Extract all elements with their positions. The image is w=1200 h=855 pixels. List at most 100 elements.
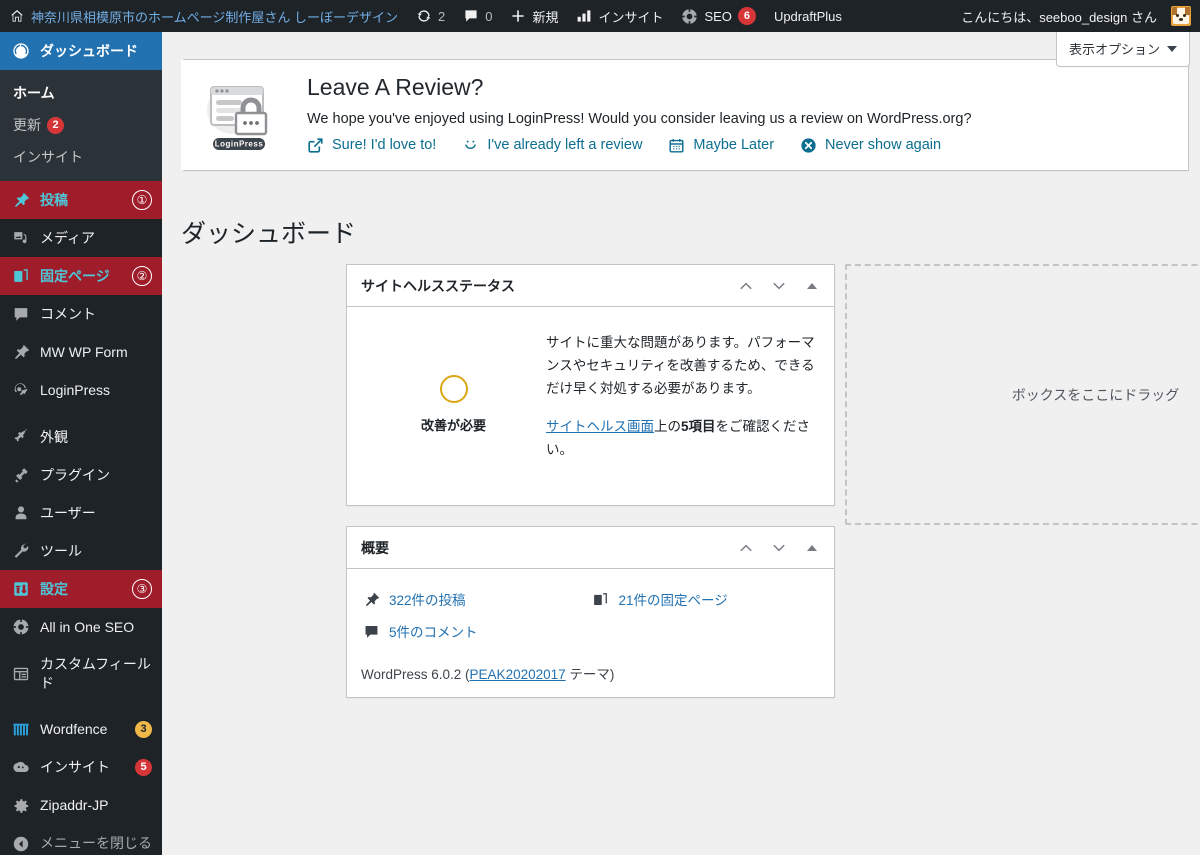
adminbar-seo-badge: 6 [737,7,756,25]
sidebar-item-loginpress[interactable]: LoginPress [0,371,162,409]
aioseo-icon [681,8,698,25]
sidebar-item-tools[interactable]: ツール [0,532,162,570]
appearance-icon [11,427,31,447]
adminbar-my-account[interactable]: こんにちは、seeboo_design さん [952,0,1200,32]
site-health-message: サイトに重大な問題があります。パフォーマンスやセキュリティを改善するため、できる… [546,335,815,397]
svg-text:LoginPress: LoginPress [215,140,264,149]
sidebar-subitem-insight[interactable]: インサイト [0,141,162,173]
notice-action-label: Never show again [825,137,942,154]
move-down-icon[interactable] [769,276,789,296]
sidebar-item-dashboard[interactable]: ダッシュボード [0,32,162,70]
wordfence-badge: 3 [135,721,152,739]
glance-item-posts[interactable]: 322件の投稿 [361,583,591,615]
dashboard-column-left: サイトヘルスステータス 改善が必要 サイトに重大な問題があります。パフォーマンス… [346,264,835,718]
active-theme-link[interactable]: PEAK20202017 [470,667,566,682]
sidebar-item-media[interactable]: メディア [0,219,162,257]
sidebar-collapse-button[interactable]: メニューを閉じる [0,825,162,855]
tools-icon [11,541,31,561]
sidebar-subitem-label: インサイト [13,149,83,165]
adminbar-new-content[interactable]: 新規 [501,0,567,32]
admin-sidebar-menu: ダッシュボード ホーム 更新 2 インサイト 投稿 ① メディア 固定ページ ②… [0,32,162,855]
sidebar-item-label: プラグイン [40,466,110,483]
sidebar-item-wordfence[interactable]: Wordfence 3 [0,711,162,749]
adminbar-site-name[interactable]: 神奈川県相模原市のホームページ制作屋さん しーぼーデザイン [0,0,407,32]
chevron-down-icon [1167,45,1177,52]
sidebar-item-label: インサイト [40,759,110,776]
glance-item-comments[interactable]: 5件のコメント [361,615,591,647]
notice-description: We hope you've enjoyed using LoginPress!… [307,110,972,127]
pages-icon [591,589,611,609]
notice-action-label: I've already left a review [487,137,643,154]
sidebar-item-settings[interactable]: 設定 ③ [0,570,162,608]
widget-drop-zone[interactable]: ボックスをここにドラッグ [845,264,1200,525]
sidebar-item-pages[interactable]: 固定ページ ② [0,257,162,295]
loginpress-icon [11,380,31,400]
move-up-icon[interactable] [736,538,756,558]
sidebar-subitem-home[interactable]: ホーム [0,77,162,109]
adminbar-comments-count: 0 [485,8,493,24]
smiley-icon [462,137,479,154]
site-health-screen-link[interactable]: サイトヘルス画面 [546,419,654,434]
adminbar-comments[interactable]: 0 [454,0,501,32]
adminbar-insight[interactable]: インサイト [567,0,672,32]
adminbar-updates-count: 2 [437,8,446,24]
notice-action-never-show[interactable]: Never show again [800,137,941,154]
sidebar-item-users[interactable]: ユーザー [0,494,162,532]
notice-action-review-now[interactable]: Sure! I'd love to! [307,137,436,154]
version-suffix: テーマ) [565,667,615,683]
toggle-panel-icon[interactable] [802,538,822,558]
insight-badge: 5 [135,759,152,777]
glance-item-pages[interactable]: 21件の固定ページ [591,583,821,615]
screen-meta-links: 表示オプション [1055,32,1190,67]
sidebar-item-zipaddr-jp[interactable]: Zipaddr-JP [0,787,162,825]
sidebar-item-label: MW WP Form [40,343,128,360]
adminbar-seo[interactable]: SEO 6 [672,0,764,32]
site-health-status-label: 改善が必要 [420,418,486,433]
site-health-link-mid: 上の [654,418,681,434]
sidebar-item-custom-fields[interactable]: カスタムフィールド [0,646,162,702]
chart-bar-icon [576,8,592,24]
menu-separator [0,409,162,418]
aioseo-icon [11,617,31,637]
collapse-icon [11,834,31,854]
glance-item-label[interactable]: 21件の固定ページ [619,589,728,609]
glance-item-label[interactable]: 5件のコメント [389,621,478,641]
sidebar-item-insight[interactable]: インサイト 5 [0,749,162,787]
dashboard-column-right: ボックスをここにドラッグ [845,264,1200,525]
dashboard-submenu: ホーム 更新 2 インサイト [0,70,162,181]
updates-icon [416,8,432,24]
site-health-issue-count: 5項目 [681,418,716,434]
site-health-text: サイトに重大な問題があります。パフォーマンスやセキュリティを改善するため、できる… [546,331,820,475]
adminbar-updates[interactable]: 2 [407,0,454,32]
move-up-icon[interactable] [736,276,756,296]
sidebar-item-label: ユーザー [40,504,96,521]
sidebar-item-label: 投稿 [40,191,68,208]
notice-body: Leave A Review? We hope you've enjoyed u… [307,74,1174,154]
home-icon [9,8,25,24]
media-icon [11,228,31,248]
glance-item-label[interactable]: 322件の投稿 [389,589,466,609]
sidebar-item-posts[interactable]: 投稿 ① [0,181,162,219]
sidebar-subitem-label: ホーム [13,85,55,101]
sidebar-item-comments[interactable]: コメント [0,295,162,333]
sidebar-item-appearance[interactable]: 外観 [0,418,162,456]
notice-action-already-reviewed[interactable]: I've already left a review [462,137,642,154]
screen-options-button[interactable]: 表示オプション [1055,32,1190,67]
notice-title: Leave A Review? [307,74,484,101]
main-content-area: 表示オプション LoginPress Leave A Review? We ho… [162,32,1200,855]
plus-icon [510,8,526,24]
sidebar-item-mw-wp-form[interactable]: MW WP Form [0,333,162,371]
pin-icon [11,342,31,362]
sidebar-item-plugins[interactable]: プラグイン [0,456,162,494]
sidebar-item-all-in-one-seo[interactable]: All in One SEO [0,608,162,646]
notice-action-maybe-later[interactable]: Maybe Later [668,137,774,154]
move-down-icon[interactable] [769,538,789,558]
toggle-panel-icon[interactable] [802,276,822,296]
sidebar-item-label: Zipaddr-JP [40,797,109,814]
external-link-icon [307,137,324,154]
sidebar-item-label: LoginPress [40,381,111,398]
adminbar-updraftplus[interactable]: UpdraftPlus [765,0,851,32]
sidebar-item-label: メニューを閉じる [40,835,152,852]
sidebar-marker-3: ③ [132,579,152,599]
sidebar-subitem-updates[interactable]: 更新 2 [0,109,162,141]
